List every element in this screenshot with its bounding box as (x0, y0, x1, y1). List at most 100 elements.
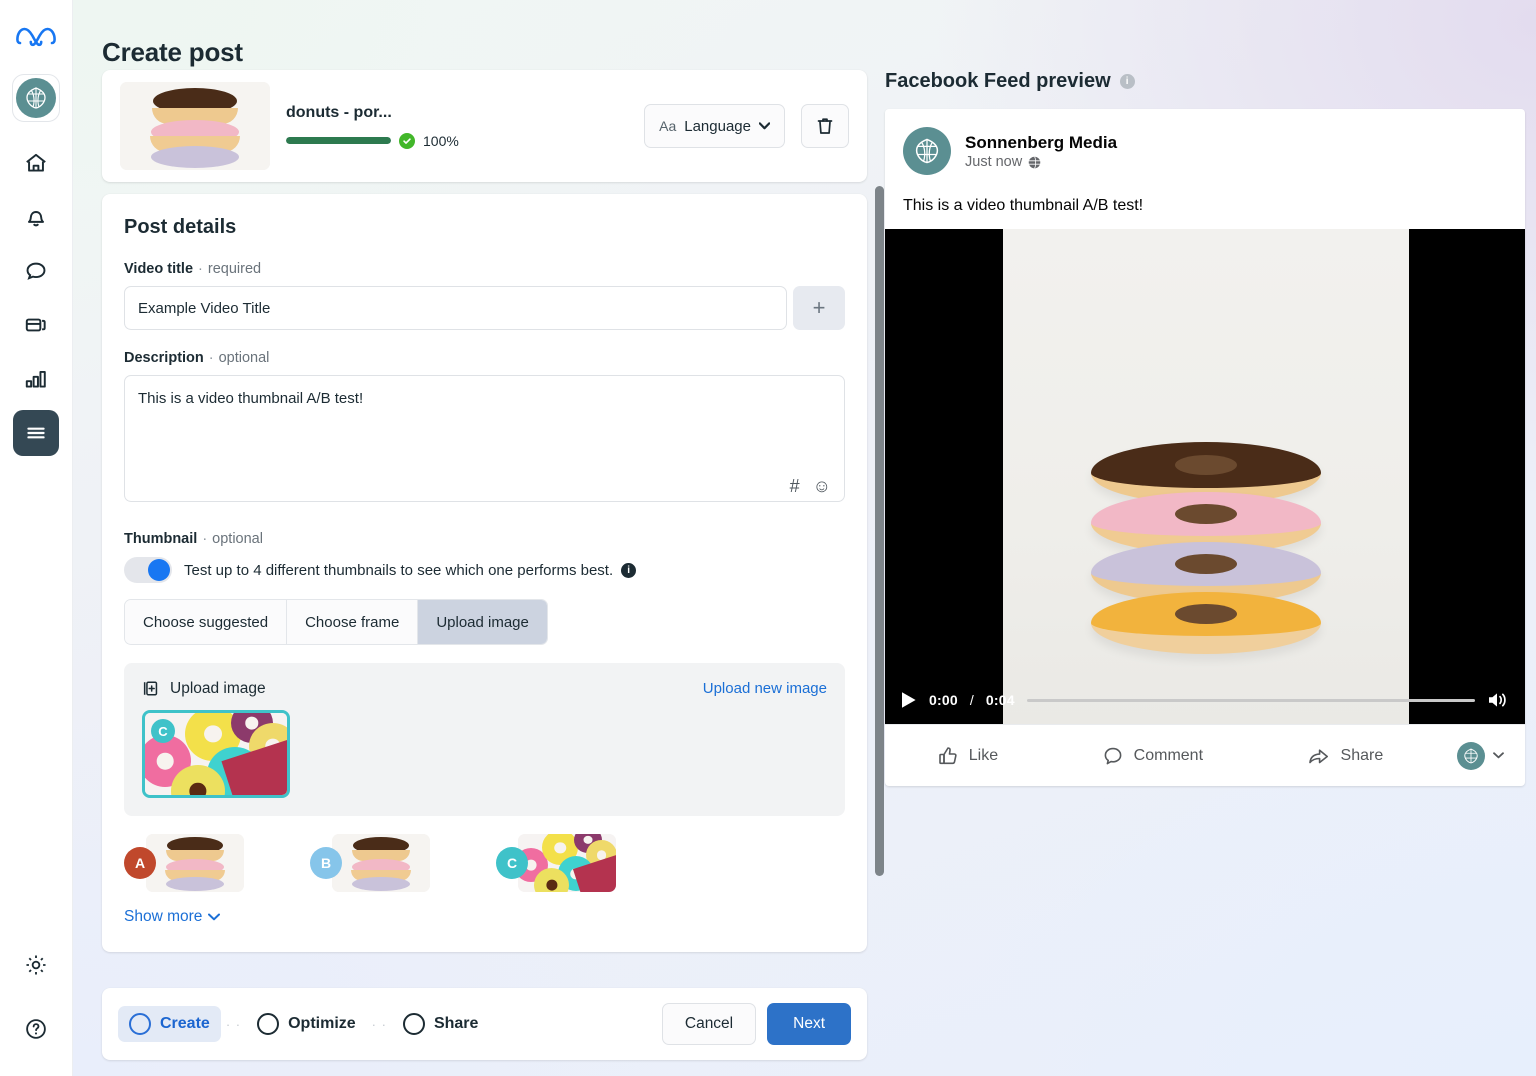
step-radio-create (129, 1013, 151, 1035)
account-avatar[interactable] (12, 74, 60, 122)
thumbnail-requirement: optional (212, 531, 263, 547)
sidebar-item-pages[interactable] (13, 302, 59, 348)
upload-panel-heading: Upload image (170, 679, 266, 697)
meta-infinity-icon[interactable] (13, 14, 59, 60)
facebook-timestamp: Just now (965, 154, 1023, 171)
step-separator: · · (371, 1016, 387, 1032)
next-button[interactable]: Next (767, 1003, 851, 1045)
variant-badge-b: B (310, 847, 342, 879)
tab-choose-suggested[interactable]: Choose suggested (125, 600, 288, 644)
ab-test-toggle[interactable] (124, 557, 172, 583)
leaf-sphere-avatar-icon (903, 127, 951, 175)
step-optimize-label: Optimize (288, 1015, 356, 1032)
info-icon[interactable]: i (1119, 74, 1135, 89)
app-root: Create post donuts - por... 100% Aa Lang… (0, 0, 1536, 1076)
info-icon[interactable]: i (621, 562, 637, 578)
page-title: Create post (102, 37, 243, 68)
share-button[interactable]: Share (1255, 745, 1435, 767)
speaker-volume-icon[interactable] (1487, 690, 1509, 710)
emoji-smiley-icon[interactable]: ☺ (813, 476, 831, 497)
ab-test-toggle-row: Test up to 4 different thumbnails to see… (124, 557, 845, 583)
sidebar-item-notifications[interactable] (13, 194, 59, 240)
letterbox-left (885, 229, 1003, 724)
share-as-page-selector[interactable] (1435, 741, 1525, 770)
facebook-post-identity: Sonnenberg Media Just now (965, 132, 1117, 170)
description-requirement: optional (218, 350, 270, 366)
step-share[interactable]: Share (392, 1006, 489, 1042)
video-title-input[interactable] (124, 286, 787, 330)
ab-test-toggle-text: Test up to 4 different thumbnails to see… (184, 561, 614, 579)
delete-media-button[interactable] (801, 104, 849, 148)
cancel-button[interactable]: Cancel (661, 1003, 757, 1045)
facebook-post-header: Sonnenberg Media Just now (885, 109, 1525, 183)
globe-icon (1028, 155, 1041, 169)
upload-progress-row: 100% (286, 132, 628, 149)
comment-label: Comment (1133, 746, 1204, 764)
sidebar-item-more-menu[interactable] (13, 410, 59, 456)
facebook-page-name: Sonnenberg Media (965, 132, 1118, 152)
upload-image-panel: Upload image Upload new image C (124, 663, 845, 816)
footer-buttons: Cancel Next (661, 1003, 851, 1045)
step-create[interactable]: Create (118, 1006, 221, 1042)
post-details-card: Post details Video title·required + Desc… (102, 194, 867, 952)
selected-thumbnail-badge: C (151, 719, 175, 743)
thumbnail-variants-row: A B C (124, 834, 845, 892)
thumbnail-variant-c[interactable]: C (496, 834, 682, 892)
like-button[interactable]: Like (885, 745, 1050, 767)
donut-yellow (1091, 592, 1321, 654)
donut-stack-art (120, 82, 270, 170)
chevron-down-icon (1492, 752, 1504, 759)
sidebar-item-insights[interactable] (13, 356, 59, 402)
step-radio-share (402, 1013, 425, 1035)
question-circle-icon[interactable] (13, 1006, 59, 1052)
chevron-down-icon (208, 913, 221, 921)
description-textarea[interactable] (124, 375, 845, 502)
preview-title: Facebook Feed preview (885, 70, 1111, 92)
upload-progress-fill (286, 137, 391, 144)
show-more-thumbnails[interactable]: Show more (124, 908, 221, 926)
show-more-label: Show more (124, 908, 203, 925)
hashtag-icon[interactable]: # (790, 476, 800, 497)
wizard-footer: Create · · Optimize · · Share Cancel Nex… (102, 988, 867, 1060)
leaf-sphere-avatar-icon (16, 78, 56, 118)
gear-icon[interactable] (13, 942, 59, 988)
upload-panel-header: Upload image Upload new image (142, 679, 827, 698)
language-label: Language (684, 117, 751, 135)
comment-button[interactable]: Comment (1050, 745, 1255, 767)
plus-icon[interactable]: + (793, 286, 845, 330)
facebook-post-message: This is a video thumbnail A/B test! (903, 197, 1144, 214)
wizard-steps: Create · · Optimize · · Share (118, 1006, 489, 1042)
facebook-preview-column: Facebook Feed preview i Sonnenberg Media (885, 70, 1535, 786)
facebook-post-actions: Like Comment Share (885, 724, 1525, 786)
media-filename: donuts - por... (286, 103, 392, 121)
thumbnail-variant-a[interactable]: A (124, 834, 310, 892)
letterbox-right (1409, 229, 1525, 724)
main-canvas: Create post donuts - por... 100% Aa Lang… (73, 0, 1536, 1076)
variant-thumb-a (146, 834, 244, 892)
selected-thumbnail[interactable]: C (142, 710, 290, 798)
play-icon[interactable] (901, 691, 917, 709)
facebook-video-player[interactable]: 0:00 / 0:04 (885, 229, 1525, 724)
tab-choose-frame[interactable]: Choose frame (287, 600, 419, 644)
upload-new-image-link[interactable]: Upload new image (703, 680, 827, 697)
donut-stack-art (1081, 442, 1331, 654)
like-label: Like (968, 746, 999, 764)
video-title-row: + (124, 286, 845, 330)
thumbnail-source-tabs: Choose suggested Choose frame Upload ima… (124, 599, 548, 645)
upload-panel-heading-group: Upload image (142, 679, 266, 698)
step-radio-optimize (257, 1013, 280, 1035)
step-optimize[interactable]: Optimize (246, 1006, 367, 1042)
thumbnail-variant-b[interactable]: B (310, 834, 496, 892)
chevron-down-icon (759, 122, 770, 130)
form-scrollbar-thumb[interactable] (875, 186, 884, 876)
tab-upload-image[interactable]: Upload image (418, 600, 547, 644)
uploaded-media-meta: donuts - por... 100% (286, 104, 628, 149)
language-button[interactable]: Aa Language (644, 104, 785, 148)
facebook-post-meta: Just now (965, 154, 1117, 170)
video-progress-bar[interactable] (1026, 698, 1475, 702)
sidebar-item-messages[interactable] (13, 248, 59, 294)
preview-header: Facebook Feed preview i (885, 70, 1535, 93)
uploaded-media-card: donuts - por... 100% Aa Language (102, 70, 867, 182)
sidebar-item-home[interactable] (13, 140, 59, 186)
post-details-heading: Post details (124, 216, 237, 238)
